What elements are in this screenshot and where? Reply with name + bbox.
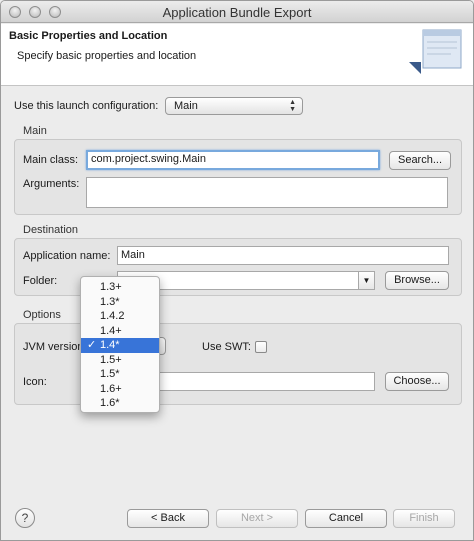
jvm-menu-item[interactable]: 1.5* <box>81 367 159 382</box>
main-group-title: Main <box>23 125 47 137</box>
use-swt-checkbox[interactable] <box>255 341 267 353</box>
jvm-version-menu: 1.3+ 1.3* 1.4.2 1.4+ ✓ 1.4* 1.5+ 1.5* 1.6+ 1.6* <box>80 276 160 413</box>
browse-button[interactable]: Browse... <box>385 271 449 290</box>
window-title: Application Bundle Export <box>162 5 312 20</box>
choose-button[interactable]: Choose... <box>385 372 449 391</box>
export-dialog: Application Bundle Export Basic Properti… <box>0 0 474 541</box>
app-name-label: Application name: <box>23 250 111 262</box>
app-name-input[interactable]: Main <box>117 246 449 265</box>
arguments-input[interactable] <box>86 177 448 208</box>
back-button[interactable]: < Back <box>127 509 209 528</box>
main-class-label: Main class: <box>23 154 79 166</box>
help-icon[interactable]: ? <box>15 508 35 528</box>
wizard-header: Basic Properties and Location Specify ba… <box>1 24 473 86</box>
jvm-menu-item-label: 1.6* <box>100 397 120 409</box>
finish-button[interactable]: Finish <box>393 509 455 528</box>
arguments-label: Arguments: <box>23 178 80 190</box>
launch-config-label: Use this launch configuration: <box>14 100 159 112</box>
use-swt-label: Use SWT: <box>202 341 251 353</box>
jvm-menu-item[interactable]: ✓ 1.4* <box>81 338 159 353</box>
jvm-menu-item-label: 1.4.2 <box>100 310 125 322</box>
cancel-button[interactable]: Cancel <box>305 509 387 528</box>
jvm-menu-item[interactable]: 1.6+ <box>81 382 159 397</box>
jvm-menu-item-label: 1.6+ <box>100 382 122 395</box>
jvm-menu-item[interactable]: 1.4.2 <box>81 309 159 324</box>
title-bar: Application Bundle Export <box>1 1 473 23</box>
jvm-menu-item-label: 1.3* <box>100 295 120 308</box>
jvm-menu-item[interactable]: 1.5+ <box>81 353 159 368</box>
jvm-menu-item-label: 1.4+ <box>100 324 122 337</box>
launch-config-value: Main <box>174 100 198 112</box>
options-group-title: Options <box>23 309 61 321</box>
updown-arrows-icon: ▲ ▼ <box>289 99 296 113</box>
page-title: Basic Properties and Location <box>9 30 168 42</box>
combo-dropdown-arrow-icon[interactable]: ▼ <box>358 272 374 289</box>
jvm-menu-item[interactable]: 1.4+ <box>81 324 159 339</box>
jvm-menu-item[interactable]: 1.6* <box>81 396 159 411</box>
checkmark-icon: ✓ <box>87 339 97 351</box>
page-description: Specify basic properties and location <box>17 50 197 62</box>
export-wizard-icon <box>409 29 462 74</box>
icon-label: Icon: <box>23 376 47 388</box>
next-button[interactable]: Next > <box>216 509 298 528</box>
jvm-menu-item-label: 1.3+ <box>100 281 122 293</box>
jvm-menu-item-label: 1.5* <box>100 368 120 380</box>
destination-group-title: Destination <box>23 224 79 236</box>
jvm-version-label: JVM version <box>23 341 84 353</box>
search-button[interactable]: Search... <box>389 151 451 170</box>
jvm-menu-item-label: 1.4* <box>100 339 120 351</box>
jvm-menu-item[interactable]: 1.3* <box>81 295 159 310</box>
main-class-input[interactable]: com.project.swing.Main <box>86 150 380 170</box>
folder-label: Folder: <box>23 275 58 287</box>
jvm-menu-item-label: 1.5+ <box>100 353 122 366</box>
launch-config-select[interactable]: Main ▲ ▼ <box>165 97 303 115</box>
jvm-menu-item[interactable]: 1.3+ <box>81 280 159 295</box>
